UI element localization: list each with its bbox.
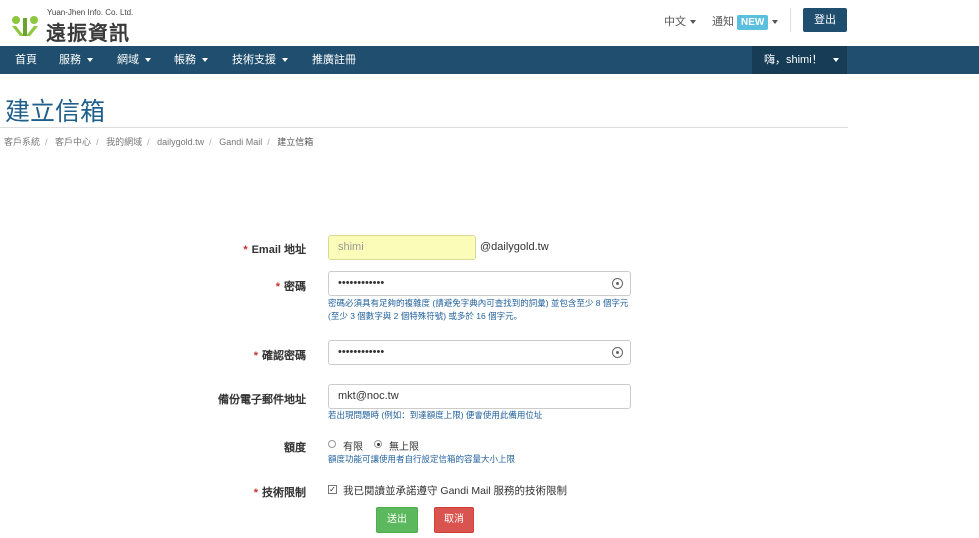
nav-item-label: 網域 <box>117 54 139 66</box>
breadcrumb-current: 建立信箱 <box>277 137 314 147</box>
logout-button[interactable]: 登出 <box>803 8 847 32</box>
cancel-button[interactable]: 取消 <box>434 507 474 533</box>
tech-limits-checkbox-label: 我已閱讀並承諾遵守 Gandi Mail 服務的技術限制 <box>343 485 568 497</box>
chevron-down-icon <box>145 58 151 63</box>
nav-item-referral[interactable]: 推廣註冊 <box>312 46 356 74</box>
backup-email-field[interactable]: mkt@noc.tw <box>328 384 631 409</box>
chevron-down-icon <box>202 58 208 63</box>
quota-help: 額度功能可讓使用者自行設定信箱的容量大小上限 <box>328 454 516 464</box>
quota-label: 額度 <box>284 442 306 454</box>
confirm-password-label: * 確認密碼 <box>253 350 306 362</box>
company-logo[interactable]: Yuan-Jhen Info. Co. Ltd. 遠振資訊 <box>10 6 140 45</box>
breadcrumb-link[interactable]: 客戶系統 <box>4 137 40 147</box>
notify-label: 通知 <box>712 16 734 28</box>
nav-item-label: 推廣註冊 <box>312 54 356 66</box>
eye-icon[interactable] <box>612 347 623 358</box>
email-domain-suffix: @dailygold.tw <box>480 241 549 253</box>
logo-icon <box>12 16 38 36</box>
new-badge: NEW <box>737 15 769 30</box>
user-greeting: 嗨，shimi！ <box>764 54 823 66</box>
logo-name: 遠振資訊 <box>46 21 130 45</box>
quota-unlimited-label: 無上限 <box>389 442 419 453</box>
tech-limits-label: * 技術限制 <box>253 487 306 499</box>
backup-email-label: 備份電子郵件地址 <box>218 394 306 406</box>
email-label: * Email 地址 <box>243 244 306 256</box>
breadcrumb-link[interactable]: dailygold.tw <box>157 137 204 147</box>
quota-limited-label: 有限 <box>343 442 363 453</box>
user-menu[interactable]: 嗨，shimi！ <box>752 46 847 74</box>
email-field[interactable]: shimi <box>328 235 476 260</box>
breadcrumb-link[interactable]: 客戶中心 <box>55 137 91 147</box>
logo-subtitle: Yuan-Jhen Info. Co. Ltd. <box>47 8 134 17</box>
chevron-down-icon <box>87 58 93 63</box>
password-help: 密碼必須具有足夠的複雜度 (請避免字典內可查找到的詞彙) 並包含至少 8 個字元… <box>328 298 629 321</box>
nav-item-label: 帳務 <box>174 54 196 66</box>
language-label: 中文 <box>664 16 686 28</box>
breadcrumb-link[interactable]: Gandi Mail <box>219 137 262 147</box>
eye-icon[interactable] <box>612 278 623 289</box>
quota-unlimited-radio[interactable] <box>374 440 382 448</box>
top-header: Yuan-Jhen Info. Co. Ltd. 遠振資訊 中文 通知 NEW 登… <box>0 0 979 45</box>
nav-item-support[interactable]: 技術支援 <box>232 46 288 74</box>
nav-item-domains[interactable]: 網域 <box>117 46 151 74</box>
chevron-down-icon <box>282 58 288 63</box>
submit-button[interactable]: 送出 <box>376 507 418 533</box>
notifications-dropdown[interactable]: 通知 NEW <box>712 13 779 30</box>
nav-item-label: 技術支援 <box>232 54 276 66</box>
nav-item-billing[interactable]: 帳務 <box>174 46 208 74</box>
page-title: 建立信箱 <box>5 97 106 126</box>
breadcrumb-link[interactable]: 我的網域 <box>106 137 142 147</box>
password-field[interactable]: •••••••••••• <box>328 271 631 296</box>
tech-limits-checkbox[interactable]: ✓ <box>328 485 337 494</box>
quota-limited-radio[interactable] <box>328 440 336 448</box>
chevron-down-icon <box>832 58 839 63</box>
backup-email-help: 若出現問題時 (例如：到達額度上限) 便會使用此備用位址 <box>328 410 543 420</box>
breadcrumb: 客戶系統 / 客戶中心 / 我的網域 / dailygold.tw / Gandi Ma… <box>4 137 314 147</box>
nav-item-services[interactable]: 服務 <box>59 46 93 74</box>
nav-item-label: 服務 <box>59 54 81 66</box>
language-dropdown[interactable]: 中文 <box>664 13 696 29</box>
chevron-down-icon <box>690 20 696 25</box>
confirm-password-field[interactable]: •••••••••••• <box>328 340 631 365</box>
main-navbar: 首頁 服務 網域 帳務 技術支援 推廣註冊 嗨，shimi！ <box>0 46 979 74</box>
nav-item-home[interactable]: 首頁 <box>15 46 37 74</box>
title-divider <box>0 127 848 128</box>
header-divider <box>790 8 791 32</box>
chevron-down-icon <box>772 20 779 25</box>
nav-item-label: 首頁 <box>15 54 37 66</box>
password-label: * 密碼 <box>275 281 306 293</box>
